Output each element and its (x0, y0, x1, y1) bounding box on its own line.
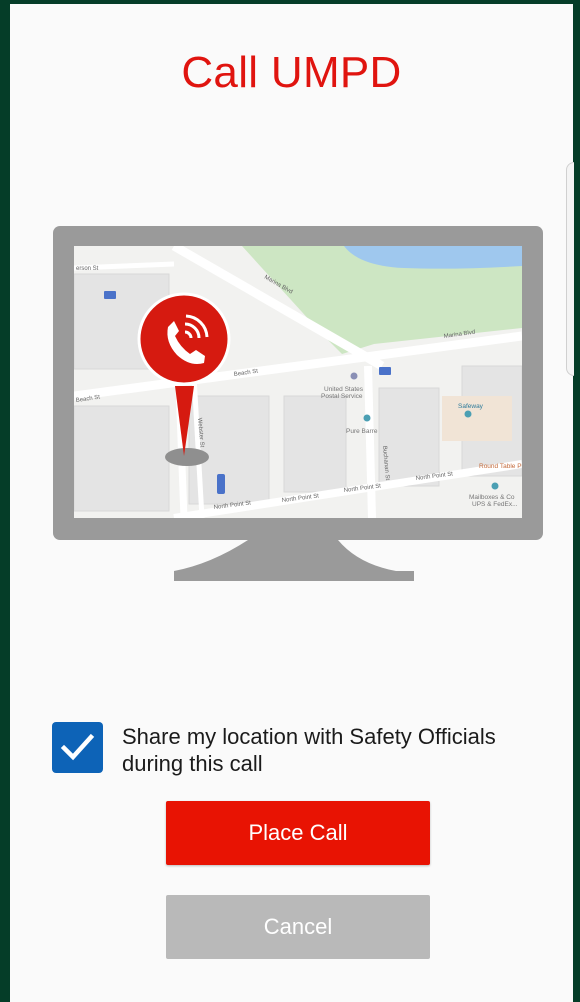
place-call-button[interactable]: Place Call (166, 801, 430, 865)
place-label: United States (324, 386, 364, 393)
monitor-map-illustration: erson St Marina Blvd Marina Blvd Beach S… (53, 226, 543, 581)
pin-shadow (165, 448, 209, 466)
usps-marker-icon (350, 372, 358, 380)
map-screen: erson St Marina Blvd Marina Blvd Beach S… (74, 246, 523, 518)
bus-stop-icon (379, 367, 391, 375)
call-dialog: Call UMPD erson St Marina Blvd Marina Bl… (10, 4, 574, 1002)
share-location-checkbox[interactable] (52, 722, 103, 773)
edge-panel-handle[interactable] (566, 162, 574, 376)
place-label: Mailboxes & Co (469, 494, 515, 501)
mailboxes-marker-icon (491, 482, 499, 490)
monitor-neck (174, 540, 396, 571)
dialog-title: Call UMPD (181, 48, 402, 97)
place-label: Safeway (458, 403, 484, 410)
check-icon (60, 733, 95, 761)
place-label: Round Table Pi (479, 463, 523, 470)
share-location-label[interactable]: Share my location with Safety Officials … (122, 723, 562, 777)
monitor-stand (174, 571, 414, 581)
place-label: Postal Service (321, 393, 363, 400)
place-label: UPS & FedEx... (472, 501, 518, 508)
place-label: Pure Barre (346, 428, 378, 435)
pure-barre-marker-icon (363, 414, 371, 422)
cancel-button[interactable]: Cancel (166, 895, 430, 959)
safeway-marker-icon (464, 410, 472, 418)
bus-stop-icon (104, 291, 116, 299)
building-marker-icon (217, 474, 225, 494)
street-label: erson St (76, 266, 99, 272)
